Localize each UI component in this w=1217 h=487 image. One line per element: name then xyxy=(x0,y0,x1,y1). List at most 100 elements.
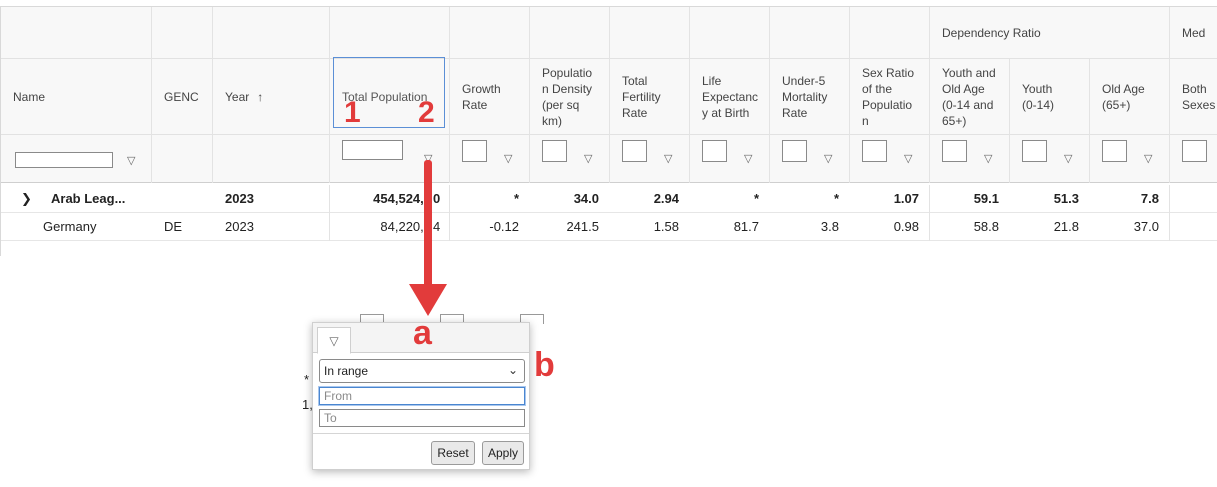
sort-ascending-icon: ↑ xyxy=(257,90,264,104)
filter-from-input[interactable] xyxy=(319,387,525,405)
reset-button[interactable]: Reset xyxy=(431,441,475,465)
column-divider xyxy=(329,185,330,241)
column-header-name[interactable]: Name xyxy=(1,59,151,135)
column-header-under5-mortality[interactable]: Under-5 Mortality Rate xyxy=(770,59,849,135)
annotation-arrow xyxy=(424,160,432,290)
row-fertility: 1.58 xyxy=(653,219,679,234)
column-divider xyxy=(1009,59,1010,183)
background-text-fragment: * xyxy=(304,372,310,387)
row-total-population-tail: 4 xyxy=(433,219,441,234)
filter-icon[interactable]: ▽ xyxy=(984,152,992,165)
group-header-median-age: Med xyxy=(1182,26,1206,40)
row-life-expectancy: * xyxy=(753,191,759,206)
filter-icon[interactable]: ▽ xyxy=(1064,152,1072,165)
population-data-grid: Dependency Ratio Med Name GENC Year ↑ Tot… xyxy=(0,6,1217,256)
column-header-genc[interactable]: GENC xyxy=(152,59,212,135)
chevron-down-icon: ⌄ xyxy=(507,363,518,377)
column-header-total-fertility-rate[interactable]: Total Fertility Rate xyxy=(610,59,689,135)
row-fertility: 2.94 xyxy=(653,191,679,206)
column-header-sex-ratio[interactable]: Sex Ratio of the Populatio n xyxy=(850,59,929,135)
apply-button[interactable]: Apply xyxy=(482,441,524,465)
filter-icon[interactable]: ▽ xyxy=(1144,152,1152,165)
filter-icon[interactable]: ▽ xyxy=(744,152,752,165)
filter-popup-divider xyxy=(313,433,529,434)
column-header-growth-rate[interactable]: Growth Rate xyxy=(450,59,529,135)
column-divider xyxy=(1169,185,1170,241)
column-divider xyxy=(609,7,610,183)
column-divider xyxy=(449,7,450,183)
filter-icon: ▽ xyxy=(329,333,339,348)
annotation-label-b: b xyxy=(534,346,555,384)
row-total-population-tail: 0 xyxy=(433,191,441,206)
column-divider xyxy=(1089,59,1090,183)
column-header-youth-and-old-age[interactable]: Youth and Old Age (0-14 and 65+) xyxy=(930,59,1009,135)
row-old-age: 37.0 xyxy=(1133,219,1159,234)
row-youth-old: 58.8 xyxy=(973,219,999,234)
row-growth-rate: * xyxy=(513,191,519,206)
filter-tab[interactable]: ▽ xyxy=(317,327,351,354)
under5-filter-input[interactable] xyxy=(782,140,807,162)
filter-condition-select[interactable]: In range ⌄ xyxy=(319,359,525,383)
column-divider xyxy=(929,7,930,183)
column-divider xyxy=(212,7,213,183)
filter-icon[interactable]: ▽ xyxy=(127,154,135,167)
row-density: 241.5 xyxy=(566,219,599,234)
filter-icon[interactable]: ▽ xyxy=(584,152,592,165)
filter-icon[interactable]: ▽ xyxy=(664,152,672,165)
growth-rate-filter-input[interactable] xyxy=(462,140,487,162)
column-divider xyxy=(329,7,330,183)
row-old-age: 7.8 xyxy=(1140,191,1159,206)
column-header-life-expectancy[interactable]: Life Expectanc y at Birth xyxy=(690,59,769,135)
annotation-arrow-head xyxy=(409,284,447,316)
column-divider xyxy=(449,185,450,241)
table-row[interactable]: Germany DE 2023 84,220,1 4 -0.12 241.5 1… xyxy=(1,213,1217,241)
both-sexes-filter-input[interactable] xyxy=(1182,140,1207,162)
total-population-filter-input[interactable] xyxy=(342,140,403,160)
row-name: Germany xyxy=(43,219,97,234)
row-year: 2023 xyxy=(225,191,254,206)
column-header-year[interactable]: Year ↑ xyxy=(213,59,329,135)
filter-icon[interactable]: ▽ xyxy=(904,152,912,165)
name-filter-input[interactable] xyxy=(15,152,113,168)
column-divider xyxy=(929,185,930,241)
fertility-filter-input[interactable] xyxy=(622,140,647,162)
density-filter-input[interactable] xyxy=(542,140,567,162)
row-year: 2023 xyxy=(225,219,254,234)
filter-condition-value: In range xyxy=(324,364,369,378)
column-divider xyxy=(151,7,152,183)
sex-ratio-filter-input[interactable] xyxy=(862,140,887,162)
filter-to-input[interactable] xyxy=(319,409,525,427)
column-header-old-age[interactable]: Old Age (65+) xyxy=(1090,59,1169,135)
row-sex-ratio: 0.98 xyxy=(893,219,919,234)
filter-icon[interactable]: ▽ xyxy=(504,152,512,165)
column-header-population-density[interactable]: Populatio n Density (per sq km) xyxy=(530,59,609,135)
column-divider xyxy=(1169,7,1170,183)
chevron-right-icon[interactable]: ❯ xyxy=(21,185,41,212)
row-name: Arab Leag... xyxy=(51,191,126,206)
old-age-filter-input[interactable] xyxy=(1102,140,1127,162)
column-divider xyxy=(849,7,850,183)
row-under5: * xyxy=(833,191,839,206)
youth-filter-input[interactable] xyxy=(1022,140,1047,162)
row-total-population: 454,524,1 xyxy=(373,191,431,206)
table-row[interactable]: ❯ Arab Leag... 2023 454,524,1 0 * 34.0 2… xyxy=(1,185,1217,213)
column-header-both-sexes[interactable]: Both Sexes xyxy=(1170,59,1217,135)
filter-icon[interactable]: ▽ xyxy=(824,152,832,165)
row-total-population: 84,220,1 xyxy=(380,219,431,234)
row-youth: 51.3 xyxy=(1053,191,1079,206)
annotation-label-2: 2 xyxy=(418,96,435,129)
annotation-label-1: 1 xyxy=(344,96,361,129)
row-youth: 21.8 xyxy=(1053,219,1079,234)
row-life-expectancy: 81.7 xyxy=(733,219,759,234)
group-header-dependency-ratio: Dependency Ratio xyxy=(942,26,1041,40)
annotation-label-a: a xyxy=(413,314,432,352)
youth-old-filter-input[interactable] xyxy=(942,140,967,162)
column-header-youth[interactable]: Youth (0-14) xyxy=(1010,59,1089,135)
row-youth-old: 59.1 xyxy=(973,191,999,206)
column-divider xyxy=(529,7,530,183)
life-expectancy-filter-input[interactable] xyxy=(702,140,727,162)
row-under5: 3.8 xyxy=(820,219,839,234)
row-density: 34.0 xyxy=(573,191,599,206)
row-sex-ratio: 1.07 xyxy=(893,191,919,206)
column-divider xyxy=(769,7,770,183)
